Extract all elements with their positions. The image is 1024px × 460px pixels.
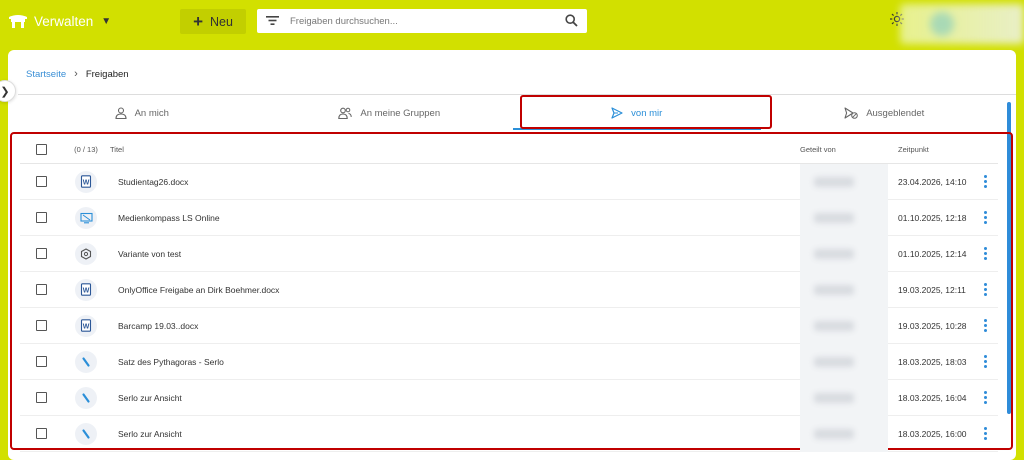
- more-options-icon[interactable]: [979, 281, 991, 299]
- brand-menu[interactable]: Verwalten ▼: [8, 10, 111, 32]
- table-row[interactable]: Variante von test 01.10.2025, 12:14: [20, 235, 998, 272]
- serlo-icon: [75, 386, 97, 409]
- breadcrumb-current: Freigaben: [85, 68, 129, 80]
- svg-text:W: W: [83, 323, 90, 330]
- row-time: 01.10.2025, 12:18: [898, 212, 967, 223]
- row-shared-by: [800, 307, 888, 344]
- person-icon: [115, 107, 127, 119]
- row-checkbox[interactable]: [35, 320, 47, 331]
- hidden-icon: [844, 107, 858, 119]
- row-title: OnlyOffice Freigabe an Dirk Boehmer.docx: [118, 284, 280, 295]
- logo-icon: [9, 15, 27, 28]
- row-time: 18.03.2025, 18:03: [898, 356, 967, 367]
- search-bar: [257, 9, 587, 33]
- plus-icon: +: [193, 12, 203, 31]
- table-row[interactable]: W OnlyOffice Freigabe an Dirk Boehmer.do…: [20, 271, 998, 308]
- new-button[interactable]: + Neu: [180, 9, 246, 34]
- word-doc-icon: W: [75, 278, 97, 301]
- row-shared-by: [800, 415, 888, 452]
- chevron-down-icon: ▼: [101, 15, 112, 27]
- row-checkbox[interactable]: [35, 176, 47, 187]
- avatar: [930, 12, 954, 36]
- row-title: Serlo zur Ansicht: [118, 428, 182, 439]
- column-time[interactable]: Zeitpunkt: [888, 145, 972, 154]
- tab-label: Ausgeblendet: [866, 107, 925, 119]
- screen-icon: [75, 206, 97, 229]
- row-title: Medienkompass LS Online: [118, 212, 220, 223]
- tab-ausgeblendet[interactable]: Ausgeblendet: [761, 96, 1009, 130]
- active-tab-highlight: [520, 95, 772, 129]
- user-menu[interactable]: [900, 4, 1024, 44]
- row-time: 01.10.2025, 12:14: [898, 248, 967, 259]
- svg-text:W: W: [83, 179, 90, 186]
- more-options-icon[interactable]: [979, 245, 991, 263]
- column-shared-by-label: Geteilt von: [800, 145, 836, 154]
- search-input[interactable]: [290, 9, 540, 33]
- selection-count: (0 / 13): [74, 145, 98, 154]
- word-doc-icon: W: [75, 170, 97, 193]
- chevron-right-icon: ❯: [0, 85, 10, 98]
- row-checkbox[interactable]: [35, 284, 47, 295]
- row-shared-by: [800, 343, 888, 380]
- row-time: 19.03.2025, 12:11: [898, 284, 966, 295]
- tab-label: An meine Gruppen: [360, 107, 441, 119]
- more-options-icon[interactable]: [979, 353, 991, 371]
- column-shared-by[interactable]: Geteilt von: [800, 145, 888, 154]
- row-checkbox[interactable]: [35, 212, 47, 223]
- more-options-icon[interactable]: [979, 425, 991, 443]
- tab-bar: An mich An meine Gruppen von mir Ausgebl…: [18, 96, 1008, 130]
- tab-an-meine-gruppen[interactable]: An meine Gruppen: [266, 96, 514, 130]
- row-title: Satz des Pythagoras - Serlo: [118, 356, 224, 367]
- more-options-icon[interactable]: [979, 389, 991, 407]
- row-checkbox[interactable]: [35, 356, 47, 367]
- row-title: Variante von test: [118, 248, 182, 259]
- divider: [18, 94, 1016, 95]
- table-row[interactable]: W Barcamp 19.03..docx 19.03.2025, 10:28: [20, 307, 998, 344]
- breadcrumb-home-link[interactable]: Startseite: [26, 69, 66, 80]
- chevron-right-icon: ›: [74, 68, 78, 80]
- row-shared-by: [800, 199, 888, 236]
- table-row[interactable]: Satz des Pythagoras - Serlo 18.03.2025, …: [20, 343, 998, 380]
- table-row[interactable]: W Studientag26.docx 23.04.2026, 14:10: [20, 163, 998, 200]
- row-title: Serlo zur Ansicht: [118, 392, 182, 403]
- serlo-icon: [75, 350, 97, 373]
- row-checkbox[interactable]: [35, 392, 47, 403]
- row-title: Barcamp 19.03..docx: [118, 320, 199, 331]
- serlo-icon: [75, 422, 97, 445]
- table-row[interactable]: Medienkompass LS Online 01.10.2025, 12:1…: [20, 199, 998, 236]
- select-all-checkbox[interactable]: [35, 144, 47, 155]
- tab-an-mich[interactable]: An mich: [18, 96, 266, 130]
- svg-text:W: W: [83, 287, 90, 294]
- table-header: (0 / 13) Titel Geteilt von Zeitpunkt: [20, 136, 998, 164]
- table-row[interactable]: Serlo zur Ansicht 18.03.2025, 16:00: [20, 415, 998, 452]
- puzzle-icon: [75, 242, 97, 265]
- row-checkbox[interactable]: [35, 248, 47, 259]
- search-icon[interactable]: [565, 14, 578, 27]
- row-time: 18.03.2025, 16:00: [898, 428, 967, 439]
- column-title[interactable]: Titel: [110, 145, 800, 154]
- more-options-icon[interactable]: [979, 173, 991, 191]
- row-time: 19.03.2025, 10:28: [898, 320, 967, 331]
- row-shared-by: [800, 163, 888, 200]
- word-doc-icon: W: [75, 314, 97, 337]
- more-options-icon[interactable]: [979, 317, 991, 335]
- row-title: Studientag26.docx: [118, 176, 189, 187]
- filter-icon[interactable]: [266, 15, 279, 26]
- breadcrumb: Startseite › Freigaben: [26, 68, 129, 80]
- row-shared-by: [800, 379, 888, 416]
- new-button-label: Neu: [210, 14, 233, 29]
- group-icon: [338, 107, 353, 119]
- top-bar: Verwalten ▼ + Neu: [0, 0, 1024, 44]
- table-row[interactable]: Serlo zur Ansicht 18.03.2025, 16:04: [20, 379, 998, 416]
- row-time: 18.03.2025, 16:04: [898, 392, 967, 403]
- row-shared-by: [800, 271, 888, 308]
- more-options-icon[interactable]: [979, 209, 991, 227]
- brand-label: Verwalten: [34, 13, 94, 29]
- row-checkbox[interactable]: [35, 428, 47, 439]
- tab-label: An mich: [134, 107, 169, 119]
- shares-panel: Startseite › Freigaben An mich An meine …: [8, 50, 1016, 460]
- row-shared-by: [800, 235, 888, 272]
- row-time: 23.04.2026, 14:10: [898, 176, 967, 187]
